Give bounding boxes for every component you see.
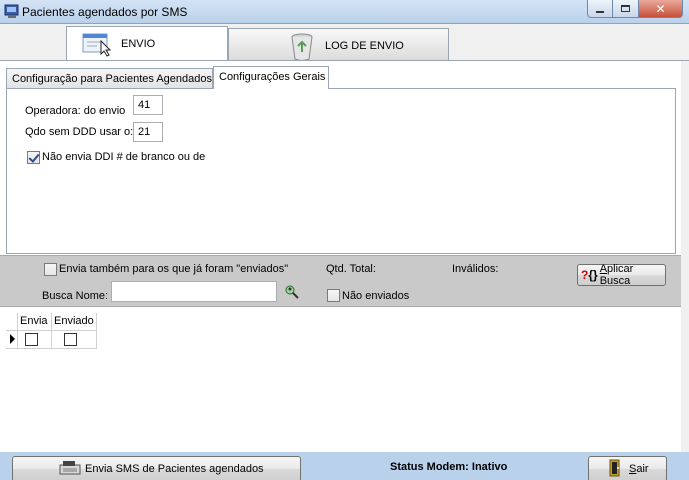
configuracoes-gerais-panel: Operadora: do envio 41 Qdo sem DDD usar …	[6, 88, 676, 254]
tab-log-de-envio[interactable]: LOG DE ENVIO	[228, 28, 449, 61]
grid-header-enviado[interactable]: Enviado	[52, 313, 97, 331]
qtd-total-label: Qtd. Total:	[326, 263, 376, 275]
envia-tambem-checkbox[interactable]	[44, 263, 57, 276]
nao-envia-ddi-checkbox[interactable]	[27, 151, 40, 164]
row-pointer-icon	[10, 334, 15, 344]
title-bar[interactable]: Pacientes agendados por SMS ✕	[0, 0, 689, 24]
envia-tambem-label: Envia também para os que já foram "envia…	[59, 263, 289, 275]
status-modem: Status Modem: Inativo	[390, 461, 508, 473]
ddd-label: Qdo sem DDD usar o:	[25, 126, 134, 138]
tab-configuracoes-gerais[interactable]: Configurações Gerais	[213, 66, 329, 89]
tab-configuracoes-gerais-label: Configurações Gerais	[219, 71, 326, 83]
vertical-scrollbar[interactable]	[681, 61, 689, 453]
window-title: Pacientes agendados por SMS	[22, 5, 188, 19]
grid-header: Envia Enviado	[6, 313, 97, 331]
row-enviado-cell[interactable]	[52, 331, 97, 349]
nao-envia-ddi-label: Não envia DDI # de branco ou de	[42, 151, 206, 163]
tab-configuracao-pacientes-label: Configuração para Pacientes Agendados	[12, 73, 212, 85]
brace-icon: {}	[588, 268, 598, 282]
sair-label: Sair	[629, 463, 649, 475]
row-enviado-checkbox[interactable]	[64, 333, 77, 346]
close-button[interactable]: ✕	[639, 0, 683, 18]
client-area: ENVIO LOG DE ENVIO Configuração para Pac…	[0, 24, 689, 480]
ddd-input[interactable]: 21	[133, 122, 163, 142]
maximize-icon	[621, 5, 630, 12]
aplicar-busca-button[interactable]: ? {} Aplicar Busca	[577, 263, 666, 287]
bottom-bar: Envia SMS de Pacientes agendados Status …	[0, 452, 689, 480]
keyboard-phone-icon	[59, 460, 81, 479]
aplicar-busca-label: Aplicar Busca	[599, 263, 634, 287]
find-person-icon[interactable]	[284, 284, 300, 303]
grid-header-indicator	[6, 313, 18, 331]
maximize-button[interactable]	[613, 0, 639, 18]
busca-nome-input[interactable]	[111, 281, 277, 302]
envia-sms-button[interactable]: Envia SMS de Pacientes agendados	[12, 456, 301, 480]
operadora-input[interactable]: 41	[133, 95, 163, 115]
tab-configuracao-pacientes[interactable]: Configuração para Pacientes Agendados	[6, 68, 213, 88]
tab-envio[interactable]: ENVIO	[66, 26, 228, 60]
message-window-icon	[81, 31, 113, 60]
busca-nome-label: Busca Nome:	[42, 290, 109, 302]
tab-log-label: LOG DE ENVIO	[325, 40, 404, 52]
invalidos-label: Inválidos:	[452, 263, 499, 275]
filter-band: Envia também para os que já foram "envia…	[0, 255, 681, 307]
row-envia-checkbox[interactable]	[25, 333, 38, 346]
close-icon: ✕	[655, 1, 666, 16]
envio-panel: Configuração para Pacientes Agendados Co…	[0, 60, 689, 453]
tab-envio-label: ENVIO	[121, 38, 156, 50]
envia-sms-label: Envia SMS de Pacientes agendados	[85, 463, 264, 475]
minimize-icon	[596, 10, 604, 13]
nao-enviados-label: Não enviados	[342, 290, 410, 302]
app-icon	[4, 3, 20, 19]
exit-door-icon	[609, 459, 623, 480]
row-indicator	[6, 331, 18, 349]
search-question-icon: ?	[581, 268, 589, 282]
main-tabs: ENVIO LOG DE ENVIO	[0, 24, 689, 61]
grid-header-envia[interactable]: Envia	[18, 313, 52, 331]
operadora-label: Operadora: do envio	[25, 105, 126, 117]
table-row[interactable]	[6, 331, 97, 349]
minimize-button[interactable]	[587, 0, 613, 18]
row-envia-cell[interactable]	[18, 331, 52, 349]
nao-enviados-checkbox[interactable]	[327, 289, 340, 302]
sair-button[interactable]: Sair	[588, 456, 667, 480]
